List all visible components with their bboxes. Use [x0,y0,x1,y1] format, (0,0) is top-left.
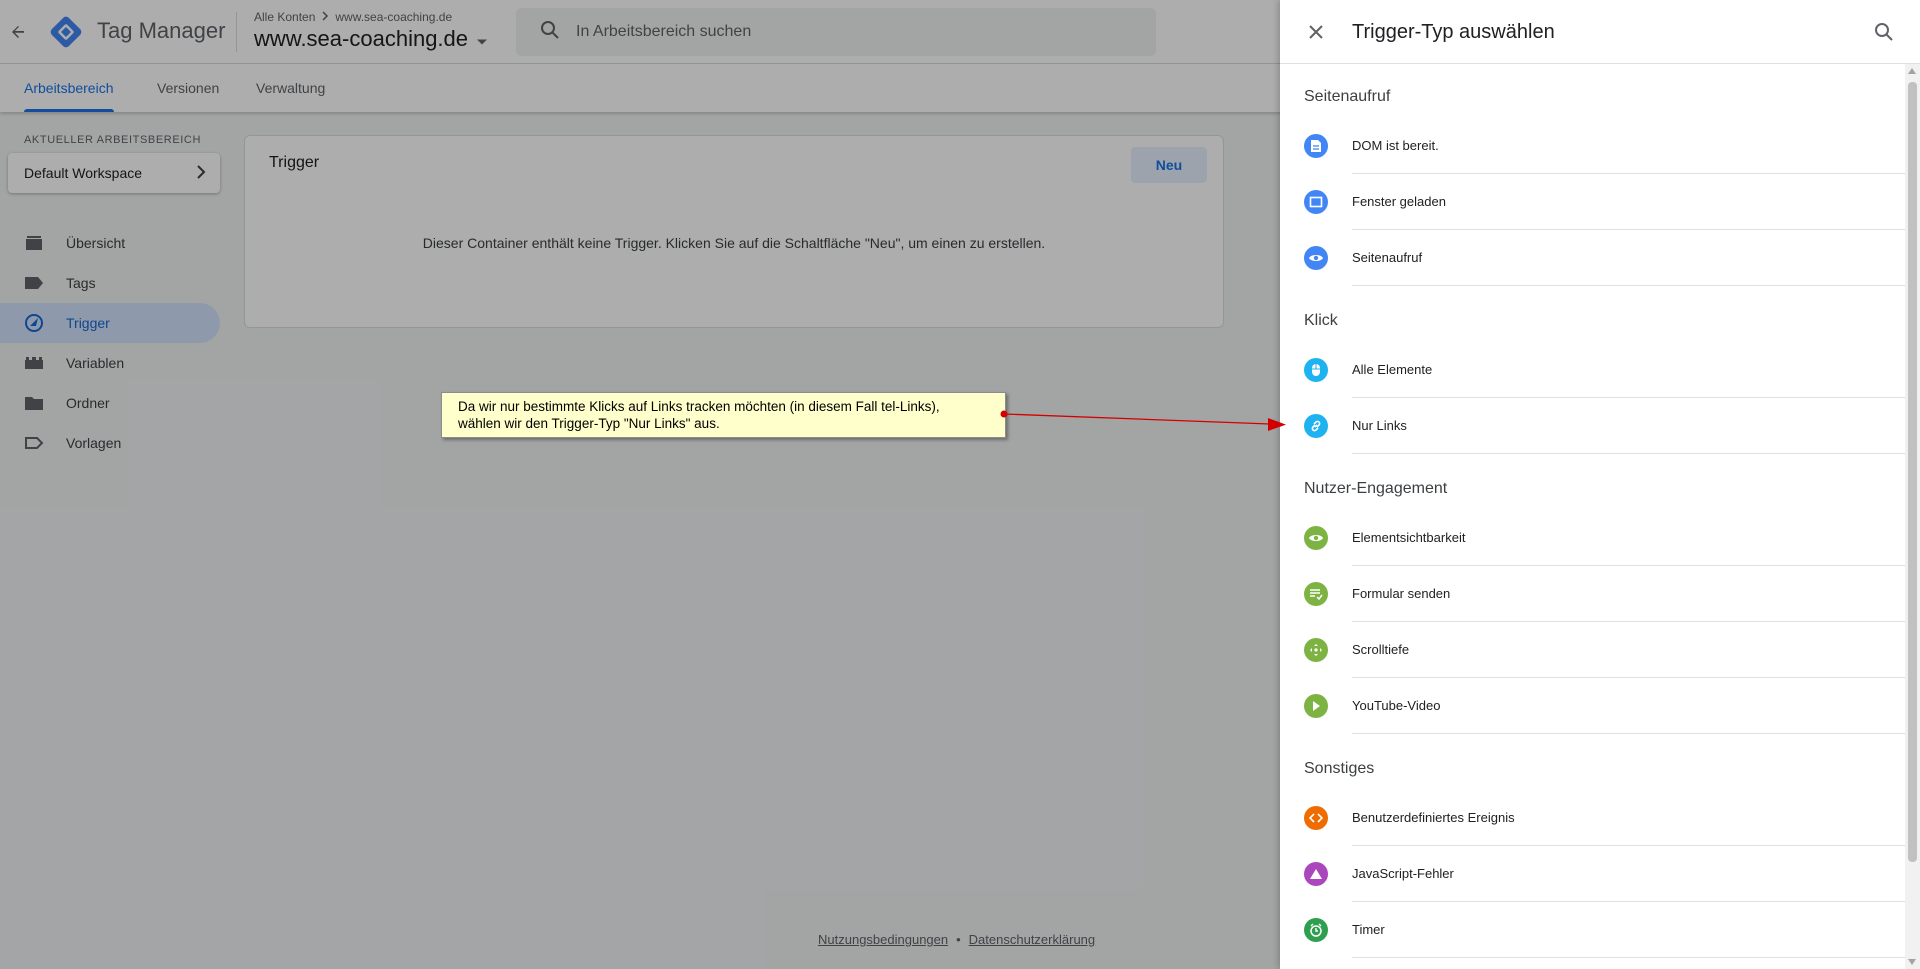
scroll-up-arrow-icon[interactable] [1908,68,1916,74]
trigger-type-label: YouTube-Video [1352,698,1441,713]
trigger-type-element-visibility[interactable]: Elementsichtbarkeit [1280,510,1905,566]
search-icon[interactable] [1872,20,1896,44]
panel-header: Trigger-Typ auswählen [1280,0,1920,64]
play-icon [1304,694,1328,718]
panel-title: Trigger-Typ auswählen [1352,21,1555,43]
close-icon[interactable] [1304,20,1328,44]
form-icon [1304,582,1328,606]
section-title-click: Klick [1304,312,1338,329]
trigger-type-just-links[interactable]: Nur Links [1280,398,1905,454]
modal-scrim[interactable] [0,0,1280,969]
trigger-type-window-loaded[interactable]: Fenster geladen [1280,174,1905,230]
trigger-type-custom-event[interactable]: Benutzerdefiniertes Ereignis [1280,790,1905,846]
callout-line-1: Da wir nur bestimmte Klicks auf Links tr… [458,399,940,414]
timer-icon [1304,918,1328,942]
eye-icon [1304,526,1328,550]
trigger-type-panel: Trigger-Typ auswählen Seitenaufruf DOM i… [1280,0,1920,969]
eye-icon [1304,246,1328,270]
scroll-down-arrow-icon[interactable] [1908,959,1916,965]
divider [1352,453,1905,454]
trigger-type-form-submit[interactable]: Formular senden [1280,566,1905,622]
code-icon [1304,806,1328,830]
divider [1352,285,1905,286]
trigger-type-label: Seitenaufruf [1352,250,1423,265]
scroll-icon [1304,638,1328,662]
section-title-engagement: Nutzer-Engagement [1304,480,1448,497]
trigger-type-timer[interactable]: Timer [1280,902,1905,958]
mouse-icon [1304,358,1328,382]
window-icon [1304,190,1328,214]
panel-scrollbar[interactable] [1905,64,1920,969]
trigger-type-label: JavaScript-Fehler [1352,866,1454,881]
trigger-type-label: Elementsichtbarkeit [1352,530,1466,545]
callout-line-2: wählen wir den Trigger-Typ "Nur Links" a… [458,415,720,431]
trigger-type-pageview[interactable]: Seitenaufruf [1280,230,1905,286]
scrollbar-thumb[interactable] [1908,82,1917,862]
trigger-type-javascript-error[interactable]: JavaScript-Fehler [1280,846,1905,902]
trigger-type-label: Nur Links [1352,418,1407,433]
trigger-type-label: Timer [1352,922,1385,937]
annotation-callout: Da wir nur bestimmte Klicks auf Links tr… [441,392,1006,438]
trigger-type-scroll-depth[interactable]: Scrolltiefe [1280,622,1905,678]
trigger-type-label: Scrolltiefe [1352,642,1410,657]
link-icon [1304,414,1328,438]
section-title-pageview: Seitenaufruf [1304,88,1391,105]
trigger-type-dom-ready[interactable]: DOM ist bereit. [1280,118,1905,174]
trigger-type-all-elements[interactable]: Alle Elemente [1280,342,1905,398]
divider [1352,733,1905,734]
trigger-type-label: Fenster geladen [1352,194,1446,209]
trigger-type-label: DOM ist bereit. [1352,138,1439,153]
warning-icon [1304,862,1328,886]
document-icon [1304,134,1328,158]
trigger-type-youtube-video[interactable]: YouTube-Video [1280,678,1905,734]
trigger-type-list: Seitenaufruf DOM ist bereit. Fenster gel… [1280,64,1905,969]
trigger-type-label: Benutzerdefiniertes Ereignis [1352,810,1515,825]
divider [1352,957,1905,958]
section-title-other: Sonstiges [1304,760,1375,777]
trigger-type-label: Alle Elemente [1352,362,1433,377]
trigger-type-label: Formular senden [1352,586,1451,601]
